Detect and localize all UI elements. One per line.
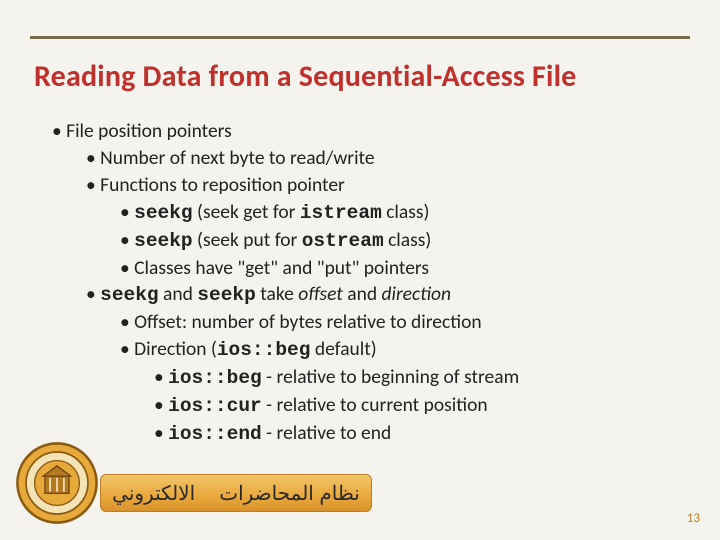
text: class) bbox=[382, 200, 430, 224]
bullet-l8: Offset: number of bytes relative to dire… bbox=[120, 309, 680, 336]
body-content: File position pointers Number of next by… bbox=[52, 118, 680, 448]
code-seekp2: seekp bbox=[197, 284, 256, 306]
text: take bbox=[256, 282, 298, 306]
code-ioscur: ios::cur bbox=[168, 395, 262, 417]
code-seekp: seekp bbox=[134, 230, 193, 252]
text: - relative to beginning of stream bbox=[262, 365, 519, 389]
title-rule bbox=[30, 36, 690, 39]
arabic-caption-band: نظام المحاضرات الالكتروني bbox=[100, 474, 372, 512]
text-direction: direction bbox=[382, 282, 452, 306]
code-ostream: ostream bbox=[302, 230, 384, 252]
bullet-l7: • seekg and seekp take offset and direct… bbox=[86, 281, 680, 309]
text: Direction ( bbox=[134, 337, 217, 361]
bullet-l10: • ios::beg - relative to beginning of st… bbox=[154, 364, 680, 392]
bullet-l9: • Direction (ios::beg default) bbox=[120, 336, 680, 364]
page-number: 13 bbox=[687, 511, 700, 526]
text: - relative to current position bbox=[262, 393, 488, 417]
text-offset: offset bbox=[298, 282, 343, 306]
text: class) bbox=[384, 228, 432, 252]
code-iosend: ios::end bbox=[168, 423, 262, 445]
text: and bbox=[343, 282, 382, 306]
slide: Reading Data from a Sequential-Access Fi… bbox=[0, 0, 720, 540]
code-seekg: seekg bbox=[134, 202, 193, 224]
bullet-l11: • ios::cur - relative to current positio… bbox=[154, 392, 680, 420]
text: - relative to end bbox=[262, 421, 391, 445]
code-iosbeg: ios::beg bbox=[217, 339, 311, 361]
text: (seek put for bbox=[193, 228, 302, 252]
bullet-l6: Classes have "get" and "put" pointers bbox=[120, 255, 680, 282]
text: default) bbox=[310, 337, 376, 361]
slide-title: Reading Data from a Sequential-Access Fi… bbox=[34, 58, 576, 95]
code-seekg2: seekg bbox=[100, 284, 159, 306]
code-iosbeg2: ios::beg bbox=[168, 367, 262, 389]
institution-seal-icon bbox=[14, 440, 100, 526]
text: and bbox=[159, 282, 198, 306]
bullet-l1: File position pointers bbox=[52, 118, 680, 145]
arabic-text-right: نظام المحاضرات bbox=[219, 481, 360, 506]
text: (seek get for bbox=[193, 200, 300, 224]
bullet-l4: • seekg (seek get for istream class) bbox=[120, 199, 680, 227]
code-istream: istream bbox=[300, 202, 382, 224]
bullet-l5: • seekp (seek put for ostream class) bbox=[120, 227, 680, 255]
arabic-text-left: الالكتروني bbox=[112, 481, 195, 506]
bullet-l2: Number of next byte to read/write bbox=[86, 145, 680, 172]
bullet-l12: • ios::end - relative to end bbox=[154, 420, 680, 448]
bullet-l3: Functions to reposition pointer bbox=[86, 172, 680, 199]
